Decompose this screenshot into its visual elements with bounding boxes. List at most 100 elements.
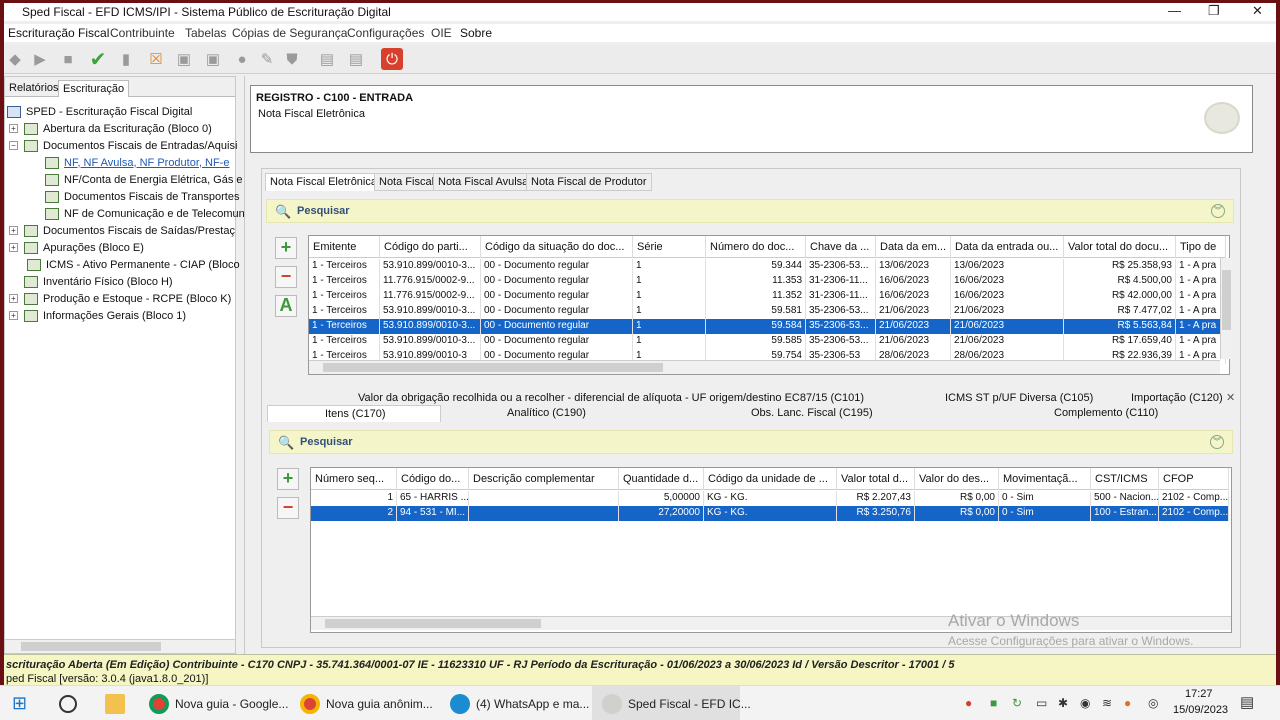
network-icon[interactable]: ✱	[1058, 696, 1068, 710]
items-column-header[interactable]: Número seq...	[311, 468, 397, 490]
tab-relatorios[interactable]: Relatórios	[5, 80, 63, 97]
documents-column-header[interactable]: Data da entrada ou...	[951, 236, 1064, 258]
tab-c105[interactable]: ICMS ST p/UF Diversa (C105)	[945, 392, 1093, 404]
documents-row[interactable]: 1 - Terceiros 53.910.899/0010-3... 00 - Do…	[309, 319, 1226, 334]
tree-root[interactable]: SPED - Escrituração Fiscal Digital	[7, 103, 237, 120]
documents-column-header[interactable]: Data da em...	[876, 236, 951, 258]
signature-icon[interactable]: ✎	[258, 50, 276, 68]
tree-node-energia[interactable]: NF/Conta de Energia Elétrica, Gás e	[45, 171, 275, 188]
tray-settings-icon[interactable]: ◎	[1148, 696, 1158, 710]
tree-node-saidas[interactable]: + Documentos Fiscais de Saídas/Prestaç	[9, 222, 239, 239]
battery-icon[interactable]: ▭	[1036, 696, 1047, 710]
task-view-icon[interactable]	[59, 686, 83, 720]
delete-icon[interactable]: ☒	[147, 50, 165, 68]
tab-c190[interactable]: Analítico (C190)	[507, 407, 586, 419]
tree-node-entradas[interactable]: − Documentos Fiscais de Entradas/Aquisi	[9, 137, 239, 154]
clock-time[interactable]: 17:27	[1185, 688, 1213, 700]
edit-document-button[interactable]: A	[275, 295, 297, 317]
items-column-header[interactable]: Código do...	[397, 468, 469, 490]
documents-vertical-scrollbar[interactable]	[1220, 258, 1232, 359]
items-column-header[interactable]: Movimentaçã...	[999, 468, 1091, 490]
minimize-button[interactable]: —	[1168, 3, 1181, 18]
file-explorer-icon[interactable]	[105, 686, 131, 720]
expand-icon[interactable]: +	[9, 124, 18, 133]
add-document-button[interactable]: +	[275, 237, 297, 259]
notification-icon[interactable]: ▤	[1240, 693, 1254, 711]
items-column-header[interactable]: Valor do des...	[915, 468, 999, 490]
tab-nota-fiscal-produtor[interactable]: Nota Fiscal de Produtor	[526, 173, 652, 191]
tree-node-apuracoes[interactable]: + Apurações (Bloco E)	[9, 239, 239, 256]
tray-app-icon[interactable]: ■	[990, 696, 997, 710]
shield-icon[interactable]: ⛊	[283, 50, 301, 68]
menu-oie[interactable]: OIE	[431, 26, 452, 40]
print-settings-icon[interactable]: ▣	[204, 50, 222, 68]
chevron-down-icon[interactable]: ︾	[1211, 204, 1225, 218]
tree-node-comunicacao[interactable]: NF de Comunicação e de Telecomun	[45, 205, 275, 222]
tree-node-informacoes[interactable]: + Informações Gerais (Bloco 1)	[9, 307, 239, 324]
expand-icon[interactable]: +	[9, 226, 18, 235]
remove-item-button[interactable]: −	[277, 497, 299, 519]
items-column-header[interactable]: Valor total d...	[837, 468, 915, 490]
documents-horizontal-scrollbar[interactable]	[309, 360, 1220, 374]
documents-row[interactable]: 1 - Terceiros 53.910.899/0010-3... 00 - Do…	[309, 334, 1226, 349]
add-item-button[interactable]: +	[277, 468, 299, 490]
clock-date[interactable]: 15/09/2023	[1173, 704, 1228, 716]
documents-row[interactable]: 1 - Terceiros 11.776.915/0002-9... 00 - Do…	[309, 274, 1226, 289]
collapse-icon[interactable]: −	[9, 141, 18, 150]
scroll-thumb[interactable]	[1222, 270, 1231, 330]
documents-column-header[interactable]: Emitente	[309, 236, 380, 258]
tree-horizontal-scrollbar[interactable]	[5, 639, 235, 653]
items-column-header[interactable]: Quantidade d...	[619, 468, 704, 490]
tree-node-ciap[interactable]: ICMS - Ativo Permanente - CIAP (Bloco	[27, 256, 257, 273]
exit-power-icon[interactable]: ⏻	[381, 48, 403, 70]
documents-row[interactable]: 1 - Terceiros 11.776.915/0002-9... 00 - Do…	[309, 289, 1226, 304]
items-column-header[interactable]: CST/ICMS	[1091, 468, 1159, 490]
search-bar-documents[interactable]: 🔍 Pesquisar ︾	[266, 199, 1234, 223]
tab-c120[interactable]: Importação (C120)	[1131, 392, 1223, 404]
remove-document-button[interactable]: −	[275, 266, 297, 288]
menu-escrituracao[interactable]: Escrituração Fiscal	[8, 26, 109, 40]
documents-row[interactable]: 1 - Terceiros 53.910.899/0010-3... 00 - Do…	[309, 259, 1226, 274]
documents-row[interactable]: 1 - Terceiros 53.910.899/0010-3... 00 - Do…	[309, 304, 1226, 319]
taskbar-sped[interactable]: Sped Fiscal - EFD IC...	[592, 686, 751, 720]
documents-column-header[interactable]: Tipo de	[1176, 236, 1226, 258]
menu-configuracoes[interactable]: Configurações	[347, 26, 424, 40]
menu-copias[interactable]: Cópias de Segurança	[232, 26, 347, 40]
taskbar-edge[interactable]: (4) WhatsApp e ma...	[450, 686, 589, 720]
tray-sync-icon[interactable]: ↻	[1012, 696, 1022, 710]
chevron-down-icon[interactable]: ︾	[1210, 435, 1224, 449]
validate-check-icon[interactable]: ✔	[89, 49, 107, 71]
print-icon[interactable]: ▣	[175, 50, 193, 68]
globe-icon[interactable]: ●	[233, 50, 251, 68]
tab-nota-fiscal-avulsa[interactable]: Nota Fiscal Avulsa	[433, 173, 534, 191]
scroll-thumb[interactable]	[323, 363, 663, 372]
documents-column-header[interactable]: Série	[633, 236, 706, 258]
scroll-thumb[interactable]	[21, 642, 161, 651]
save-icon[interactable]: ▤	[318, 50, 336, 68]
items-row[interactable]: 1 65 - HARRIS ... 5,00000 KG - KG. R$ 2.207,…	[311, 491, 1229, 506]
documents-column-header[interactable]: Código da situação do doc...	[481, 236, 633, 258]
items-column-header[interactable]: CFOP	[1159, 468, 1229, 490]
expand-icon[interactable]: +	[9, 311, 18, 320]
tab-c195[interactable]: Obs. Lanc. Fiscal (C195)	[751, 407, 873, 419]
document-icon[interactable]: ▮	[117, 50, 135, 68]
backup-icon[interactable]: ▤	[347, 50, 365, 68]
tab-c101[interactable]: Valor da obrigação recolhida ou a recolh…	[358, 392, 864, 404]
tab-nota-fiscal-eletronica[interactable]: Nota Fiscal Eletrônica	[265, 173, 382, 191]
scroll-thumb[interactable]	[325, 619, 541, 628]
close-button[interactable]: ✕	[1252, 3, 1263, 19]
tree-node-nf-eletronica[interactable]: NF, NF Avulsa, NF Produtor, NF-e	[45, 154, 275, 171]
tree-node-transportes[interactable]: Documentos Fiscais de Transportes	[45, 188, 275, 205]
tree-node-abertura[interactable]: + Abertura da Escrituração (Bloco 0)	[9, 120, 239, 137]
close-tab-icon[interactable]: ✕	[1226, 391, 1235, 404]
restore-button[interactable]: ❐	[1208, 3, 1220, 19]
items-row[interactable]: 2 94 - 531 - MI... 27,20000 KG - KG. R$ 3.25…	[311, 506, 1229, 521]
speaker-icon[interactable]: ◉	[1080, 696, 1090, 710]
menu-sobre[interactable]: Sobre	[460, 26, 492, 40]
wifi-icon[interactable]: ≋	[1102, 696, 1112, 710]
menu-contribuinte[interactable]: Contribuinte	[110, 26, 175, 40]
items-horizontal-scrollbar[interactable]	[311, 616, 1231, 630]
documents-column-header[interactable]: Código do parti...	[380, 236, 481, 258]
tray-app-icon[interactable]: ●	[965, 696, 972, 710]
tab-escrituracao[interactable]: Escrituração	[58, 80, 130, 97]
